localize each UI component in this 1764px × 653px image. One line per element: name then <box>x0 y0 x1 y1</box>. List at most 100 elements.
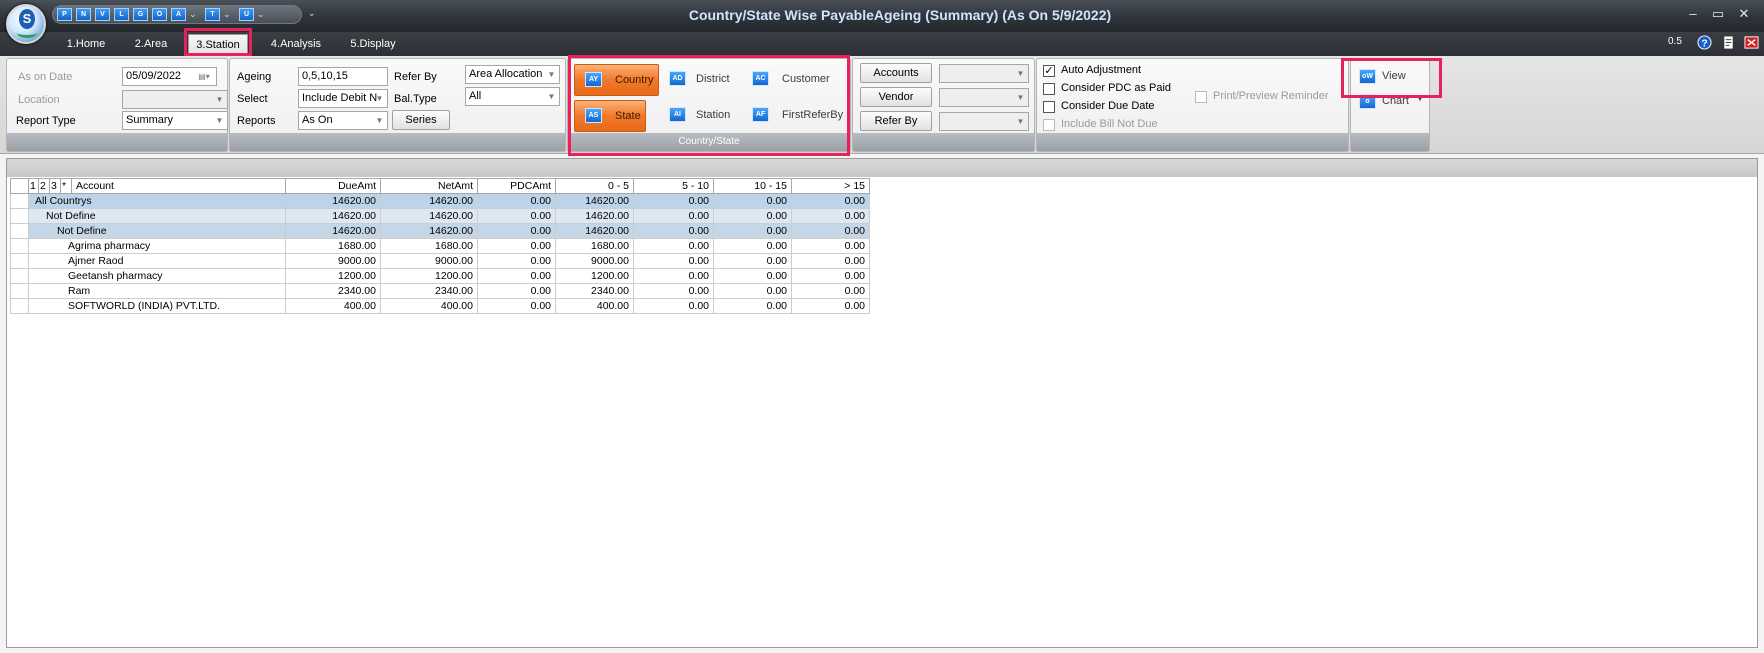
table-row[interactable]: SOFTWORLD (INDIA) PVT.LTD. 400.00 400.00 0.… <box>10 298 870 314</box>
chevron-down-icon[interactable]: ▼ <box>1416 94 1424 103</box>
row-header[interactable] <box>10 283 29 299</box>
include-bill-not-due-checkbox[interactable] <box>1043 119 1055 131</box>
amount-cell-pdc: 0.00 <box>477 208 556 224</box>
qat-button-p[interactable]: P <box>57 8 72 21</box>
column-header-account[interactable]: Account <box>71 178 286 194</box>
station-button[interactable]: AI Station <box>664 100 744 132</box>
series-button[interactable]: Series <box>392 110 450 130</box>
chevron-down-icon[interactable]: ⌄ <box>223 9 231 20</box>
column-header-netamt[interactable]: NetAmt <box>380 178 478 194</box>
amount-cell-a: 14620.00 <box>555 223 634 239</box>
refer-by-select[interactable]: ▼ <box>939 112 1029 131</box>
table-row[interactable]: Not Define 14620.00 14620.00 0.00 14620.00 0.… <box>10 223 870 239</box>
as-on-date-label: As on Date <box>18 71 73 83</box>
table-row[interactable]: Geetansh pharmacy 1200.00 1200.00 0.00 1200.… <box>10 268 870 284</box>
level-all-button[interactable]: * <box>60 178 72 194</box>
column-header-over-15[interactable]: > 15 <box>791 178 870 194</box>
tab-area[interactable]: 2.Area <box>126 34 176 56</box>
close-button[interactable]: ✕ <box>1736 6 1752 22</box>
column-header-pdcamt[interactable]: PDCAmt <box>477 178 556 194</box>
account-cell: SOFTWORLD (INDIA) PVT.LTD. <box>28 298 286 314</box>
refer-by-button[interactable]: Refer By <box>860 111 932 131</box>
location-select[interactable]: ▼ <box>122 90 228 109</box>
chevron-down-icon[interactable]: ⌄ <box>189 9 197 20</box>
select-dropdown[interactable]: Include Debit N ▼ <box>298 89 388 108</box>
customer-button[interactable]: AC Customer <box>748 64 844 96</box>
filters-group-footer <box>7 133 227 151</box>
chevron-down-icon: ▼ <box>1016 69 1025 78</box>
row-header[interactable] <box>10 208 29 224</box>
row-header[interactable] <box>10 193 29 209</box>
column-header-dueamt[interactable]: DueAmt <box>285 178 381 194</box>
qat-button-u[interactable]: U <box>239 8 254 21</box>
qat-button-a[interactable]: A <box>171 8 186 21</box>
tab-station[interactable]: 3.Station <box>188 34 248 56</box>
vendor-button[interactable]: Vendor <box>860 87 932 107</box>
qat-button-l[interactable]: L <box>114 8 129 21</box>
customize-toolbar-icon[interactable]: ⌄ <box>308 8 316 19</box>
level-1-button[interactable]: 1 <box>28 178 39 194</box>
district-button[interactable]: AD District <box>664 64 744 96</box>
qat-button-v[interactable]: V <box>95 8 110 21</box>
column-header-0-5[interactable]: 0 - 5 <box>555 178 634 194</box>
amount-cell-d: 0.00 <box>791 223 870 239</box>
amount-cell-d: 0.00 <box>791 193 870 209</box>
accounts-select[interactable]: ▼ <box>939 64 1029 83</box>
app-logo-icon[interactable]: S <box>6 4 46 44</box>
auto-adjustment-checkbox[interactable]: ✓ <box>1043 65 1055 77</box>
qat-button-n[interactable]: N <box>76 8 91 21</box>
state-button[interactable]: AS State <box>574 100 646 132</box>
tab-analysis[interactable]: 4.Analysis <box>264 34 328 56</box>
chevron-down-icon[interactable]: ⌄ <box>257 9 265 20</box>
row-header[interactable] <box>10 268 29 284</box>
qat-button-o[interactable]: O <box>152 8 167 21</box>
table-row[interactable]: Agrima pharmacy 1680.00 1680.00 0.00 1680.00… <box>10 238 870 254</box>
report-type-select[interactable]: Summary ▼ <box>122 111 228 130</box>
table-row[interactable]: Not Define 14620.00 14620.00 0.00 14620.00 0.… <box>10 208 870 224</box>
consider-due-date-checkbox[interactable] <box>1043 101 1055 113</box>
print-preview-reminder-checkbox[interactable] <box>1195 91 1207 103</box>
level-3-button[interactable]: 3 <box>49 178 61 194</box>
tab-home[interactable]: 1.Home <box>58 34 114 56</box>
reports-dropdown[interactable]: As On ▼ <box>298 111 388 130</box>
column-header-10-15[interactable]: 10 - 15 <box>713 178 792 194</box>
calendar-icon[interactable]: ▤▾ <box>193 69 215 84</box>
maximize-button[interactable]: ▭ <box>1710 6 1726 22</box>
accounts-button[interactable]: Accounts <box>860 63 932 83</box>
as-on-date-field[interactable]: 05/09/2022 ▤▾ <box>122 67 217 86</box>
chart-button[interactable]: o Chart ▼ <box>1357 91 1424 113</box>
row-header[interactable] <box>10 223 29 239</box>
chevron-down-icon: ▼ <box>375 94 384 103</box>
table-row[interactable]: Ajmer Raod 9000.00 9000.00 0.00 9000.00 0.00 0… <box>10 253 870 269</box>
account-cell: Ram <box>28 283 286 299</box>
row-header[interactable] <box>10 238 29 254</box>
exit-icon[interactable] <box>1744 35 1759 50</box>
row-header[interactable] <box>10 298 29 314</box>
table-row[interactable]: All Countrys 14620.00 14620.00 0.00 14620.00… <box>10 193 870 209</box>
consider-pdc-checkbox[interactable] <box>1043 83 1055 95</box>
country-button[interactable]: AY Country <box>574 64 659 96</box>
vendor-select[interactable]: ▼ <box>939 88 1029 107</box>
tab-display[interactable]: 5.Display <box>344 34 402 56</box>
refer-by-dropdown[interactable]: Area Allocation ▼ <box>465 65 560 84</box>
actions-group: oW View o Chart ▼ <box>1350 58 1430 152</box>
qat-button-t[interactable]: T <box>205 8 220 21</box>
table-row[interactable]: Ram 2340.00 2340.00 0.00 2340.00 0.00 0.00 0.00 <box>10 283 870 299</box>
country-button-label: Country <box>615 74 654 86</box>
bal-type-dropdown[interactable]: All ▼ <box>465 87 560 106</box>
report-area: 1 2 3 * Account DueAmt NetAmt PDCAmt 0 -… <box>6 158 1758 648</box>
amount-cell-due: 1680.00 <box>285 238 381 254</box>
state-icon: AS <box>585 108 602 123</box>
column-header-5-10[interactable]: 5 - 10 <box>633 178 714 194</box>
help-icon[interactable]: ? <box>1697 35 1712 50</box>
qat-button-g[interactable]: G <box>133 8 148 21</box>
row-header[interactable] <box>10 253 29 269</box>
row-header-corner <box>10 178 29 194</box>
document-icon[interactable] <box>1721 35 1736 50</box>
minimize-button[interactable]: – <box>1685 6 1701 21</box>
view-button[interactable]: oW View <box>1357 66 1423 88</box>
first-refer-by-button[interactable]: AF FirstReferBy <box>748 100 848 132</box>
level-2-button[interactable]: 2 <box>38 178 50 194</box>
amount-cell-c: 0.00 <box>713 253 792 269</box>
ageing-input[interactable]: 0,5,10,15 <box>298 67 388 86</box>
